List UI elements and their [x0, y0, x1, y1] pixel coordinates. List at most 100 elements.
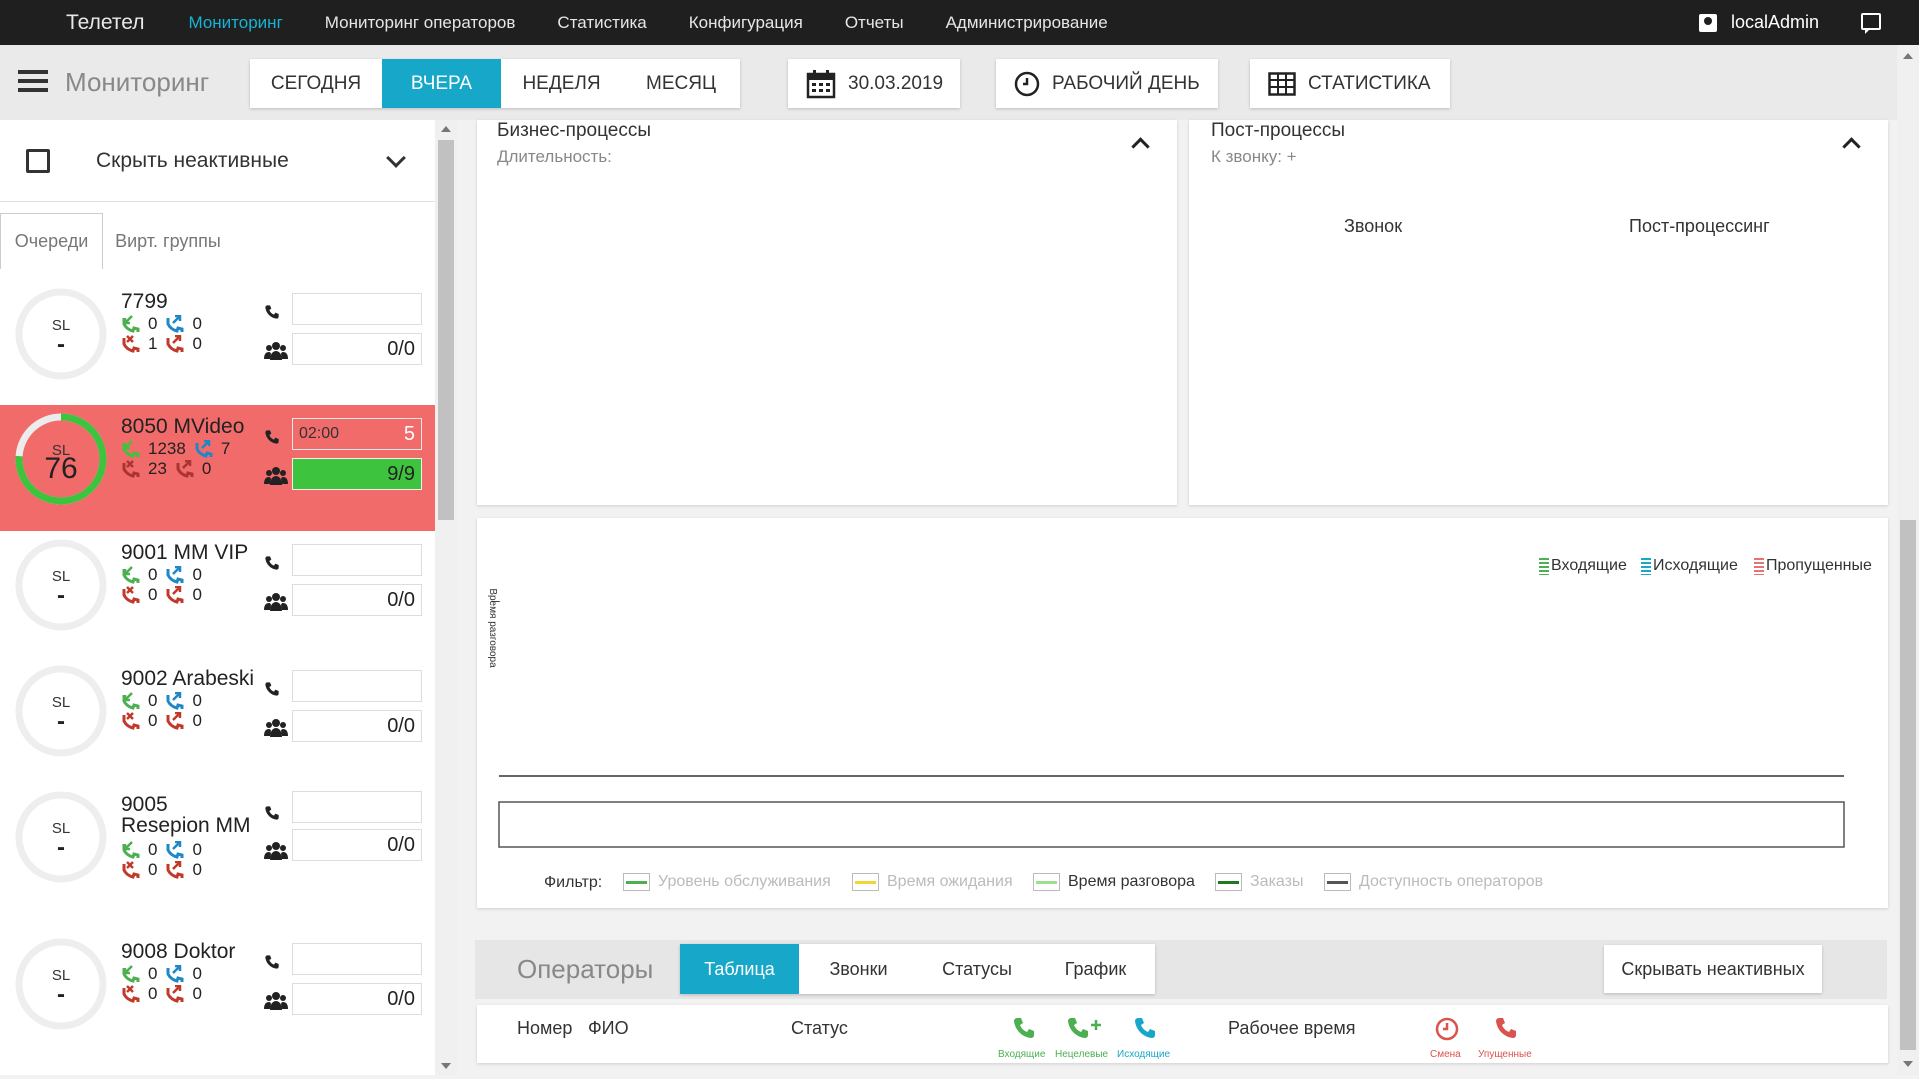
nav-item-administration[interactable]: Администрирование [946, 13, 1108, 33]
period-month-button[interactable]: МЕСЯЦ [622, 59, 740, 108]
legend-outgoing[interactable]: Исходящие [1641, 557, 1738, 575]
column-status[interactable]: Статус [791, 1018, 848, 1039]
nav-item-monitoring[interactable]: Мониторинг [188, 13, 282, 33]
phone-icon [264, 954, 280, 975]
chat-icon[interactable] [1861, 13, 1881, 34]
chevron-up-icon[interactable] [1842, 137, 1861, 156]
queue-item[interactable]: SL -9008 Doktor 0 0 0 0 0/0 [0, 930, 435, 1056]
hide-inactive-checkbox[interactable] [26, 148, 50, 173]
queue-item[interactable]: SL -9005 Resepion MM 0 0 0 0 0/0 [0, 783, 435, 909]
waiting-box [292, 791, 422, 823]
page-scrollbar[interactable] [1897, 45, 1919, 1075]
tab-table[interactable]: Таблица [680, 944, 799, 994]
filter-talk-time[interactable]: Время разговора [1033, 873, 1195, 891]
waiting-box [292, 943, 422, 975]
incoming-count: 0 [121, 964, 157, 984]
legend-missed[interactable]: Пропущенные [1754, 557, 1872, 575]
outgoing-value: 0 [192, 964, 202, 983]
user-menu[interactable]: localAdmin [1698, 0, 1819, 45]
queue-item[interactable]: SL -9002 Arabeski 0 0 0 0 0/0 [0, 657, 435, 783]
group-icon [264, 341, 288, 366]
phone-icon [264, 304, 280, 325]
sl-value: - [57, 331, 65, 358]
workday-button[interactable]: РАБОЧИЙ ДЕНЬ [996, 59, 1218, 108]
nav-item-statistics[interactable]: Статистика [557, 13, 646, 33]
period-today-button[interactable]: СЕГОДНЯ [250, 59, 382, 108]
incoming-call-icon[interactable] [1012, 1016, 1036, 1045]
missed-value: 0 [148, 585, 158, 604]
queue-item[interactable]: SL -7799 0 0 1 0 0/0 [0, 280, 435, 406]
period-week-button[interactable]: НЕДЕЛЯ [501, 59, 622, 108]
filter-wait-time[interactable]: Время ожидания [852, 873, 1013, 891]
sl-gauge: SL - [14, 538, 108, 632]
nav-item-configuration[interactable]: Конфигурация [689, 13, 803, 33]
shift-clock-icon[interactable] [1434, 1016, 1460, 1047]
period-yesterday-button[interactable]: ВЧЕРА [382, 59, 501, 108]
date-picker-button[interactable]: 30.03.2019 [788, 59, 960, 108]
chevron-up-icon[interactable] [1131, 137, 1150, 156]
legend-incoming[interactable]: Входящие [1539, 557, 1627, 575]
outgoing-count: 0 [165, 565, 202, 585]
tab-calls[interactable]: Звонки [799, 944, 918, 994]
missed-count: 0 [121, 860, 157, 880]
operators-ratio: 0/0 [292, 584, 422, 616]
outgoing-value: 0 [192, 314, 202, 333]
incoming-label: Входящие [998, 1049, 1046, 1060]
wait-timer: 02:00 [299, 425, 340, 442]
nontarget-label: Нецелевые [1055, 1049, 1109, 1060]
queue-name: 9002 Arabeski [121, 667, 255, 690]
queue-panel-scrollbar[interactable] [435, 120, 457, 1075]
column-name[interactable]: ФИО [588, 1018, 629, 1039]
chart-navigator[interactable] [498, 801, 1845, 848]
incoming-value: 1238 [148, 439, 186, 458]
tab-graph[interactable]: График [1036, 944, 1155, 994]
sl-value: - [57, 981, 65, 1008]
phone-icon [264, 555, 280, 576]
callback-value: 0 [192, 984, 202, 1003]
statistics-button[interactable]: СТАТИСТИКА [1250, 59, 1450, 108]
filter-operator-availability[interactable]: Доступность операторов [1324, 873, 1543, 891]
queue-name: 9008 Doktor [121, 940, 236, 963]
shift-label: Смена [1430, 1049, 1461, 1060]
nav-item-reports[interactable]: Отчеты [845, 13, 904, 33]
group-icon [264, 718, 288, 743]
business-processes-title: Бизнес-процессы [497, 120, 651, 141]
column-worktime[interactable]: Рабочее время [1228, 1018, 1355, 1039]
column-number[interactable]: Номер [517, 1018, 572, 1039]
tab-virtual-groups[interactable]: Вирт. группы [103, 213, 233, 269]
queue-tabs: Очереди Вирт. группы [0, 213, 435, 269]
filter-service-level[interactable]: Уровень обслуживания [623, 873, 831, 891]
hide-inactive-operators-button[interactable]: Скрывать неактивных [1604, 945, 1822, 993]
incoming-value: 0 [148, 840, 158, 859]
nontarget-call-icon[interactable] [1066, 1016, 1104, 1045]
missed-value: 1 [148, 334, 158, 353]
brand-name[interactable]: Телетел [66, 11, 144, 35]
missed-count: 0 [121, 711, 157, 731]
tab-queues[interactable]: Очереди [0, 213, 103, 269]
queue-item[interactable]: SL 76 8050 MVideo 1238 7 23 0 02:00 5 9/9 [0, 405, 435, 531]
sl-gauge: SL - [14, 790, 108, 884]
tab-statuses[interactable]: Статусы [918, 944, 1036, 994]
menu-icon[interactable] [18, 70, 48, 92]
date-label: 30.03.2019 [848, 72, 944, 94]
filter-label: Фильтр: [544, 874, 603, 891]
operators-title: Операторы [517, 954, 654, 984]
chevron-down-icon[interactable] [386, 147, 406, 168]
user-name: localAdmin [1730, 12, 1819, 32]
call-column-label: Звонок [1344, 216, 1403, 236]
missed-call-icon[interactable] [1494, 1016, 1518, 1045]
sl-gauge: SL - [14, 937, 108, 1031]
outgoing-label: Исходящие [1117, 1049, 1171, 1060]
outgoing-call-icon[interactable] [1133, 1016, 1157, 1045]
nav-item-operator-monitoring[interactable]: Мониторинг операторов [325, 13, 516, 33]
filter-orders[interactable]: Заказы [1215, 873, 1303, 891]
callback-count: 0 [175, 459, 211, 479]
queue-item[interactable]: SL -9001 MM VIP 0 0 0 0 0/0 [0, 531, 435, 657]
queue-name: 7799 [121, 290, 168, 313]
outgoing-value: 0 [192, 565, 202, 584]
sl-value: - [57, 582, 65, 609]
callback-count: 0 [165, 984, 202, 1004]
outgoing-count: 0 [165, 691, 202, 711]
incoming-value: 0 [148, 565, 158, 584]
outgoing-value: 7 [220, 439, 231, 458]
